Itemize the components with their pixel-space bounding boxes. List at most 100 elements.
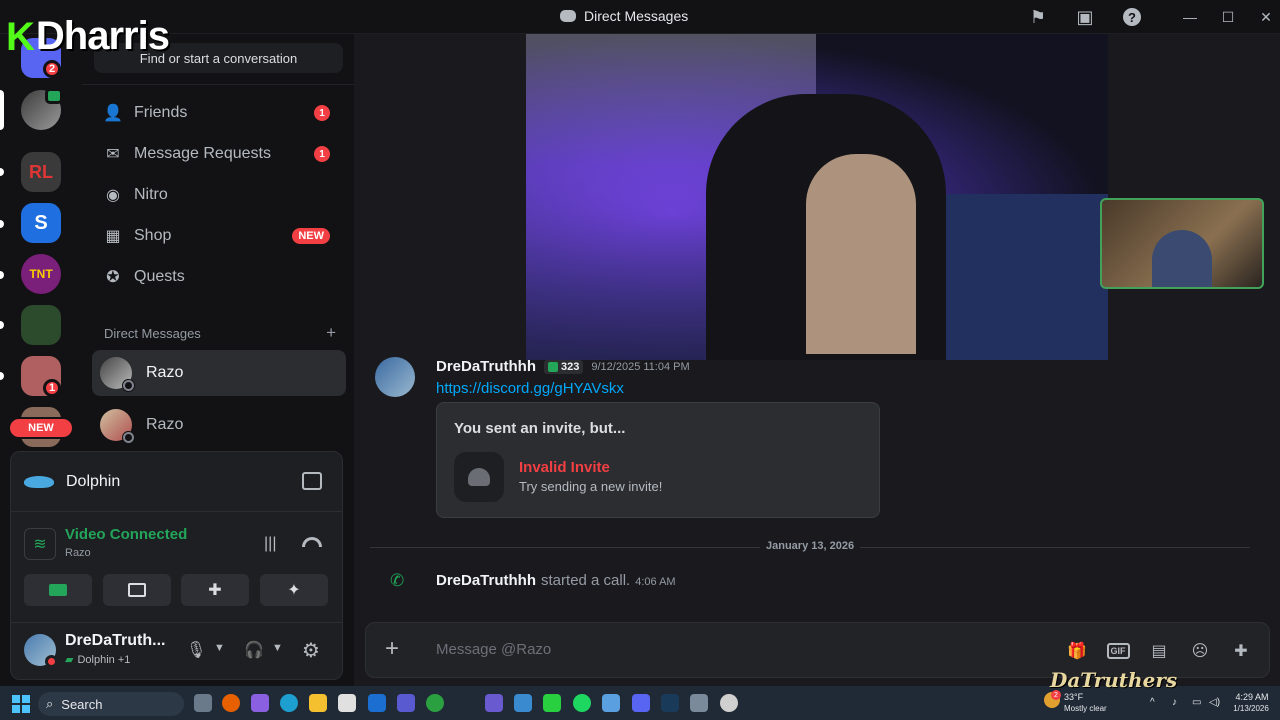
- clock-time[interactable]: 4:29 AM: [1232, 692, 1272, 702]
- call-author[interactable]: DreDaTruthhh: [436, 572, 536, 589]
- headphones-icon[interactable]: 🎧: [244, 640, 264, 660]
- stream-game-icon[interactable]: [302, 472, 322, 490]
- volume-icon[interactable]: ◁): [1209, 697, 1220, 708]
- create-dm-button[interactable]: +: [326, 324, 336, 341]
- message-avatar[interactable]: [375, 357, 415, 397]
- dm-header-label: Direct Messages: [104, 326, 201, 341]
- quests-icon: ✪: [106, 269, 120, 286]
- maximize-button[interactable]: ☐: [1208, 0, 1248, 34]
- firefox-icon[interactable]: [222, 694, 240, 712]
- screen-share-button[interactable]: [103, 574, 171, 606]
- friends-icon: 👤: [103, 105, 123, 122]
- invite-hint: Try sending a new invite!: [519, 479, 663, 494]
- windows-start-icon[interactable]: [12, 695, 30, 713]
- avatar: [100, 357, 135, 392]
- network-icon[interactable]: ▭: [1192, 697, 1201, 708]
- user-activity: ▰ Dolphin +1: [65, 653, 131, 667]
- voice-status[interactable]: Video Connected: [65, 526, 187, 543]
- minimize-button[interactable]: —: [1170, 0, 1210, 34]
- gift-icon[interactable]: 🎁: [1066, 640, 1088, 662]
- self-video-preview[interactable]: [1100, 198, 1264, 289]
- noise-suppression-icon[interactable]: |||: [264, 535, 276, 553]
- photos-icon[interactable]: [602, 694, 620, 712]
- nav-message-requests[interactable]: ✉ Message Requests 1: [92, 135, 344, 173]
- dm-item-razo-1[interactable]: Razo: [92, 350, 346, 396]
- edge-icon[interactable]: [280, 694, 298, 712]
- server-s[interactable]: S: [21, 203, 61, 243]
- app-icon-purple[interactable]: [485, 694, 503, 712]
- invite-title: You sent an invite, but...: [454, 420, 626, 437]
- dolphin-icon: [24, 475, 54, 488]
- close-button[interactable]: ✕: [1246, 0, 1280, 34]
- message-header: DreDaTruthhh 323 9/12/2025 11:04 PM: [436, 358, 690, 375]
- guild-tag[interactable]: 323: [544, 359, 584, 374]
- dm-item-razo-2[interactable]: Razo: [92, 402, 346, 448]
- phone-call-icon: ✆: [390, 571, 405, 590]
- help-icon[interactable]: ?: [1121, 6, 1143, 28]
- video-stream[interactable]: [526, 34, 1108, 360]
- server-avatar-2[interactable]: [21, 305, 61, 345]
- server-tnt[interactable]: TNT: [21, 254, 61, 294]
- activities-button[interactable]: ✚: [181, 574, 249, 606]
- chevron-down-icon[interactable]: ▼: [214, 642, 225, 654]
- microphone-icon[interactable]: 🎙: [186, 640, 206, 660]
- discord-taskbar-icon[interactable]: [632, 694, 650, 712]
- microphone-tray-icon[interactable]: ♪: [1172, 697, 1177, 708]
- settings-gear-icon[interactable]: ⚙: [302, 638, 320, 663]
- user-name[interactable]: DreDaTruth...: [65, 632, 165, 650]
- teams-icon[interactable]: [397, 694, 415, 712]
- task-view-icon[interactable]: [194, 694, 212, 712]
- invite-link[interactable]: https://discord.gg/gHYAVskx: [436, 380, 624, 397]
- copilot-icon[interactable]: [251, 694, 269, 712]
- screen-share-icon: [128, 583, 146, 597]
- server-rl[interactable]: RL: [21, 152, 61, 192]
- connection-signal-icon[interactable]: ≋: [24, 528, 56, 560]
- video-live-icon: [45, 88, 63, 104]
- obs-icon[interactable]: [720, 694, 738, 712]
- message-input[interactable]: Message @Razo: [436, 641, 551, 658]
- tray-chevron-icon[interactable]: ^: [1150, 697, 1155, 708]
- flag-icon[interactable]: ⚑: [1027, 6, 1049, 28]
- shop-new-badge: NEW: [292, 228, 330, 244]
- spotify-icon[interactable]: [573, 694, 591, 712]
- dm-unread-badge: 2: [43, 60, 61, 78]
- attach-plus-icon[interactable]: +: [385, 637, 399, 661]
- nav-quests[interactable]: ✪ Quests: [92, 258, 344, 296]
- chevron-down-icon[interactable]: ▼: [272, 642, 283, 654]
- soundboard-button[interactable]: ✦: [260, 574, 328, 606]
- store-icon[interactable]: [338, 694, 356, 712]
- file-explorer-icon[interactable]: [309, 694, 327, 712]
- nav-label: Shop: [134, 227, 172, 244]
- apps-icon[interactable]: ✚: [1230, 640, 1252, 662]
- video-bed: [946, 194, 1108, 360]
- user-activity-text: Dolphin +1: [77, 653, 131, 666]
- message-author[interactable]: DreDaTruthhh: [436, 358, 536, 375]
- new-servers-badge[interactable]: NEW: [8, 417, 74, 439]
- weather-desc[interactable]: Mostly clear: [1064, 704, 1107, 713]
- settings-taskbar-icon[interactable]: [690, 694, 708, 712]
- emoji-icon[interactable]: ☹: [1189, 640, 1211, 662]
- sticker-icon[interactable]: ▤: [1148, 640, 1170, 662]
- steam-icon[interactable]: [661, 694, 679, 712]
- taskbar-search[interactable]: ⌕ Search: [38, 692, 184, 716]
- inbox-icon[interactable]: ▣: [1074, 6, 1096, 28]
- kick-icon[interactable]: [543, 694, 561, 712]
- nav-nitro[interactable]: ◉ Nitro: [92, 176, 344, 214]
- window-title-text: Direct Messages: [584, 8, 689, 24]
- nav-shop[interactable]: ▦ Shop NEW: [92, 217, 344, 255]
- camera-button[interactable]: [24, 574, 92, 606]
- tag-text: 323: [561, 360, 580, 373]
- offline-status-icon: [122, 379, 135, 392]
- user-area: [10, 622, 343, 680]
- voice-channel[interactable]: Razo: [65, 547, 91, 559]
- invalid-invite-icon: [454, 452, 504, 502]
- app-icon-green[interactable]: [426, 694, 444, 712]
- nav-friends[interactable]: 👤 Friends 1: [92, 94, 344, 132]
- clock-date[interactable]: 1/13/2026: [1226, 704, 1276, 713]
- outlook-icon[interactable]: [368, 694, 386, 712]
- nav-label: Nitro: [134, 186, 168, 203]
- selected-server-pill: [0, 90, 4, 130]
- weather-temp[interactable]: 33°F: [1064, 692, 1083, 702]
- dolphin-taskbar-icon[interactable]: [514, 694, 532, 712]
- gif-icon[interactable]: GIF: [1106, 640, 1130, 662]
